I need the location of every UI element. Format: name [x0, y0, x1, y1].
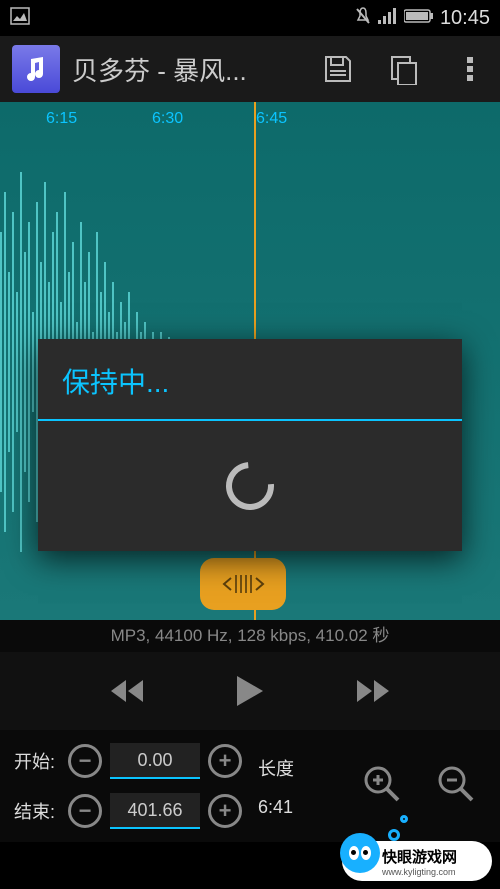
- spinner-icon: [216, 452, 284, 520]
- saving-dialog: 保持中...: [38, 339, 462, 551]
- dialog-overlay: 保持中...: [0, 0, 500, 889]
- dialog-title: 保持中...: [38, 339, 462, 419]
